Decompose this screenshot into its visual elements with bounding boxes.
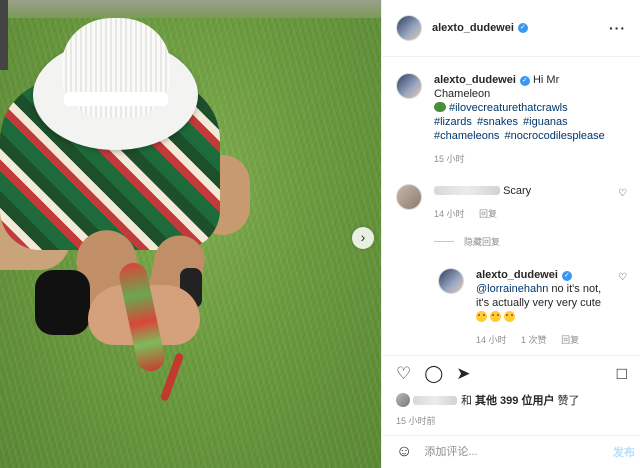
verified-icon: ✓ [517,23,528,33]
caption-time[interactable]: 15 小时 [434,154,465,164]
smile-icon[interactable]: ☺ [396,443,412,461]
post-comment-button[interactable]: 发布 [613,444,640,460]
likes-suffix: 赞了 [557,395,580,407]
likes-others-link[interactable]: 其他 399 位用户 [475,392,554,408]
likes-prefix: 和 [461,395,472,407]
avatar[interactable] [396,184,422,210]
reply-time[interactable]: 14 小时 [476,335,507,345]
add-comment-bar: ☺ 发布 [382,435,640,468]
verified-icon: ✓ [519,76,530,86]
snake-emoji-icon [434,102,446,112]
blurred-username[interactable] [413,395,457,405]
heart-icon[interactable]: ♡ [618,188,627,199]
hashtag[interactable]: #ilovecreaturethatcrawls [449,102,568,114]
sandal [35,270,90,335]
heart-eyes-emoji-icon [504,311,515,322]
chevron-right-icon[interactable]: › [352,227,374,249]
hide-replies-label: 隐藏回复 [464,237,501,247]
share-icon[interactable]: ➤ [456,364,470,384]
hashtag[interactable]: #nocrocodilesplease [505,130,605,142]
heart-icon[interactable]: ♡ [618,272,627,283]
avatar[interactable] [396,73,422,99]
hat-band [64,92,168,106]
reply-likes[interactable]: 1 次赞 [521,335,547,345]
background-strip [0,0,381,18]
hashtag[interactable]: #iguanas [523,116,568,128]
comment-icon[interactable]: ◯ [424,364,443,384]
reply-button[interactable]: 回复 [561,335,579,345]
comment-text: Scary [503,185,532,197]
verified-icon: ✓ [561,271,572,281]
pole [0,0,8,70]
mention-link[interactable]: @lorrainehahn [476,283,548,295]
avatar[interactable] [438,268,464,294]
caption-username[interactable]: alexto_dudewei [434,74,516,86]
likes-summary: 和 其他 399 位用户 赞了 [396,392,627,408]
action-bar: ♡ ◯ ➤ □ 和 其他 399 位用户 赞了 15 小时前 [382,355,640,435]
heart-eyes-emoji-icon [476,311,487,322]
caption: alexto_dudewei ✓ Hi Mr Chameleon #ilovecr… [396,73,627,166]
blurred-username[interactable] [434,186,500,195]
post-header: alexto_dudewei ✓ ··· [382,0,640,57]
hashtag[interactable]: #chameleons [434,130,499,142]
comment-item: Scary 14 小时 回复 ♡ [396,184,627,221]
more-icon[interactable]: ··· [609,20,626,36]
comments-list[interactable]: alexto_dudewei ✓ Hi Mr Chameleon #ilovecr… [382,57,640,355]
hashtag[interactable]: #snakes [477,116,518,128]
reply-item: alexto_dudewei ✓ @lorrainehahn no it's no… [438,268,627,347]
comment-time[interactable]: 14 小时 [434,209,465,219]
heart-icon[interactable]: ♡ [396,364,411,384]
avatar[interactable] [396,393,410,407]
bookmark-icon[interactable]: □ [617,364,627,384]
reply-username[interactable]: alexto_dudewei [476,269,558,281]
reply-button[interactable]: 回复 [479,209,497,219]
hide-replies-button[interactable]: 隐藏回复 [434,235,627,248]
post-panel: alexto_dudewei ✓ ··· alexto_dudewei ✓ Hi … [381,0,640,468]
avatar[interactable] [396,15,422,41]
post-photo[interactable]: › [0,0,381,468]
post-time[interactable]: 15 小时前 [396,414,627,427]
hashtag[interactable]: #lizards [434,116,472,128]
header-username[interactable]: alexto_dudewei [432,22,514,34]
comment-input[interactable] [424,446,595,458]
divider [434,241,454,242]
heart-eyes-emoji-icon [490,311,501,322]
